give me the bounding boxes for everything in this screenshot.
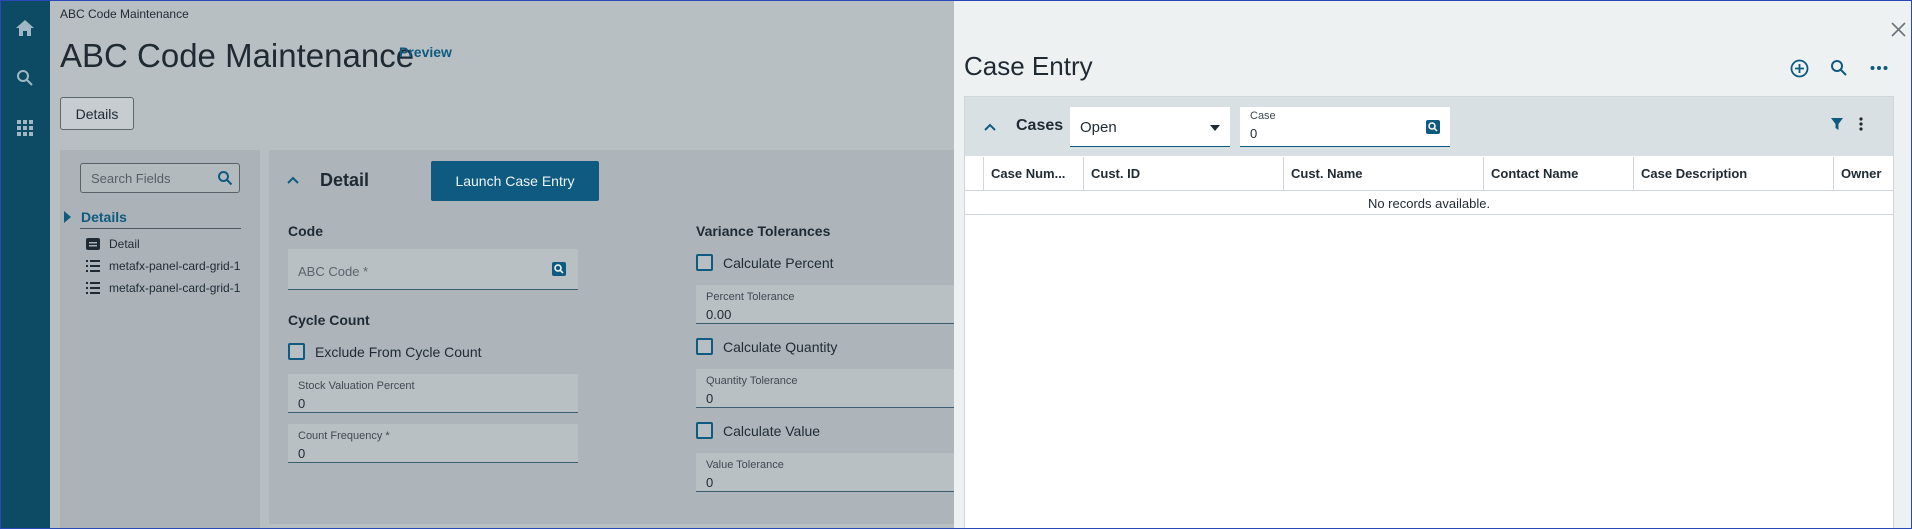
add-circle-icon[interactable]: [1790, 59, 1809, 83]
tree-item-grid-2[interactable]: metafx-panel-card-grid-1: [86, 281, 240, 295]
search-icon[interactable]: [1830, 59, 1848, 82]
tree-item-label: Detail: [109, 237, 140, 251]
tree-header-label: Details: [81, 209, 127, 225]
search-icon[interactable]: [14, 67, 36, 89]
field-value: 0: [298, 446, 306, 461]
field-value: 0: [706, 391, 714, 406]
column-header-case-num[interactable]: Case Num...: [983, 157, 1083, 191]
tree-item-label: metafx-panel-card-grid-1: [109, 259, 241, 273]
page-title: ABC Code Maintenance: [60, 37, 415, 74]
home-icon[interactable]: [14, 17, 36, 39]
field-navigator: Search Fields Details Detail metafx-pane…: [60, 150, 260, 528]
main-app: ABC Code Maintenance ABC Code Maintenanc…: [50, 1, 1003, 528]
nav-rail: [1, 1, 50, 528]
column-header-owner[interactable]: Owner: [1833, 157, 1893, 191]
search-icon[interactable]: [217, 170, 233, 191]
column-header-case-description[interactable]: Case Description: [1633, 157, 1833, 191]
details-button[interactable]: Details: [60, 97, 134, 130]
field-label: Percent Tolerance: [706, 291, 795, 303]
column-header-cust-id[interactable]: Cust. ID: [1083, 157, 1283, 191]
search-fields-placeholder: Search Fields: [91, 171, 171, 186]
abc-code-placeholder: ABC Code *: [298, 264, 369, 279]
more-vertical-icon[interactable]: [1858, 117, 1864, 136]
field-value: 0: [1250, 126, 1258, 141]
dropdown-value: Open: [1080, 119, 1117, 136]
checkbox-box[interactable]: [696, 338, 713, 355]
column-header-contact-name[interactable]: Contact Name: [1483, 157, 1633, 191]
field-value: 0: [298, 396, 306, 411]
chevron-up-icon[interactable]: [983, 119, 997, 137]
launch-case-entry-button[interactable]: Launch Case Entry: [431, 161, 599, 201]
calculate-value-checkbox[interactable]: Calculate Value: [696, 422, 820, 439]
field-label: Quantity Tolerance: [706, 375, 798, 387]
field-label: Count Frequency *: [298, 430, 390, 442]
lookup-icon[interactable]: [1426, 120, 1440, 139]
chevron-up-icon[interactable]: [286, 172, 300, 190]
field-value: 0.00: [706, 307, 732, 322]
stock-valuation-percent-field[interactable]: Stock Valuation Percent 0: [288, 374, 578, 413]
field-label: Stock Valuation Percent: [298, 380, 415, 392]
checkbox-label: Calculate Quantity: [723, 338, 838, 355]
case-entry-title: Case Entry: [964, 51, 1093, 81]
close-icon[interactable]: [1890, 21, 1907, 43]
search-fields-input[interactable]: Search Fields: [80, 163, 240, 193]
tree-item-detail[interactable]: Detail: [86, 237, 140, 251]
checkbox-label: Calculate Percent: [723, 254, 834, 271]
grid-title: Cases: [1016, 117, 1064, 134]
breadcrumb[interactable]: ABC Code Maintenance: [60, 7, 189, 21]
checkbox-label: Exclude From Cycle Count: [315, 343, 482, 360]
tree-header-details[interactable]: Details: [64, 209, 127, 225]
checkbox-box[interactable]: [696, 422, 713, 439]
divider: [80, 228, 241, 229]
checkbox-label: Calculate Value: [723, 422, 821, 439]
detail-card-title: Detail: [320, 170, 370, 190]
apps-grid-icon[interactable]: [14, 117, 36, 139]
grid-toolbar: Cases Open Case 0: [965, 97, 1893, 156]
detail-card: Detail Launch Case Entry Code ABC Code *…: [269, 150, 1003, 524]
preview-label: Preview: [399, 44, 452, 60]
list-icon: [86, 260, 100, 272]
screen: ABC Code Maintenance ABC Code Maintenanc…: [0, 0, 1912, 529]
exclude-from-cycle-count-checkbox[interactable]: Exclude From Cycle Count: [288, 343, 482, 360]
expand-triangle-icon: [64, 211, 71, 223]
code-section-label: Code: [288, 223, 323, 239]
case-search-field[interactable]: Case 0: [1240, 107, 1450, 147]
chevron-down-icon: [1210, 125, 1220, 131]
filter-icon[interactable]: [1830, 117, 1844, 136]
case-status-dropdown[interactable]: Open: [1070, 107, 1230, 147]
column-header-cust-name[interactable]: Cust. Name: [1283, 157, 1483, 191]
cases-grid: Cases Open Case 0 Case Num... Cust. ID C…: [964, 96, 1894, 528]
abc-code-field[interactable]: ABC Code *: [288, 249, 578, 290]
lookup-icon[interactable]: [552, 262, 566, 281]
list-icon: [86, 282, 100, 294]
field-label: Case: [1250, 110, 1276, 122]
checkbox-box[interactable]: [288, 343, 305, 360]
field-label: Value Tolerance: [706, 459, 784, 471]
detail-card-icon: [86, 238, 100, 250]
field-value: 0: [706, 475, 714, 490]
tree-item-grid-1[interactable]: metafx-panel-card-grid-1: [86, 259, 240, 273]
calculate-percent-checkbox[interactable]: Calculate Percent: [696, 254, 834, 271]
cycle-count-section-label: Cycle Count: [288, 312, 370, 328]
count-frequency-field[interactable]: Count Frequency * 0: [288, 424, 578, 463]
calculate-quantity-checkbox[interactable]: Calculate Quantity: [696, 338, 837, 355]
tree-item-label: metafx-panel-card-grid-1: [109, 281, 241, 295]
select-column-header[interactable]: [965, 157, 983, 191]
grid-header: Case Num... Cust. ID Cust. Name Contact …: [965, 157, 1893, 191]
more-horizontal-icon[interactable]: [1870, 59, 1888, 82]
variance-tolerances-section-label: Variance Tolerances: [696, 223, 831, 239]
empty-message: No records available.: [965, 193, 1893, 215]
case-entry-panel: Case Entry Cases Open Case 0 Case Num...…: [954, 1, 1911, 528]
checkbox-box[interactable]: [696, 254, 713, 271]
